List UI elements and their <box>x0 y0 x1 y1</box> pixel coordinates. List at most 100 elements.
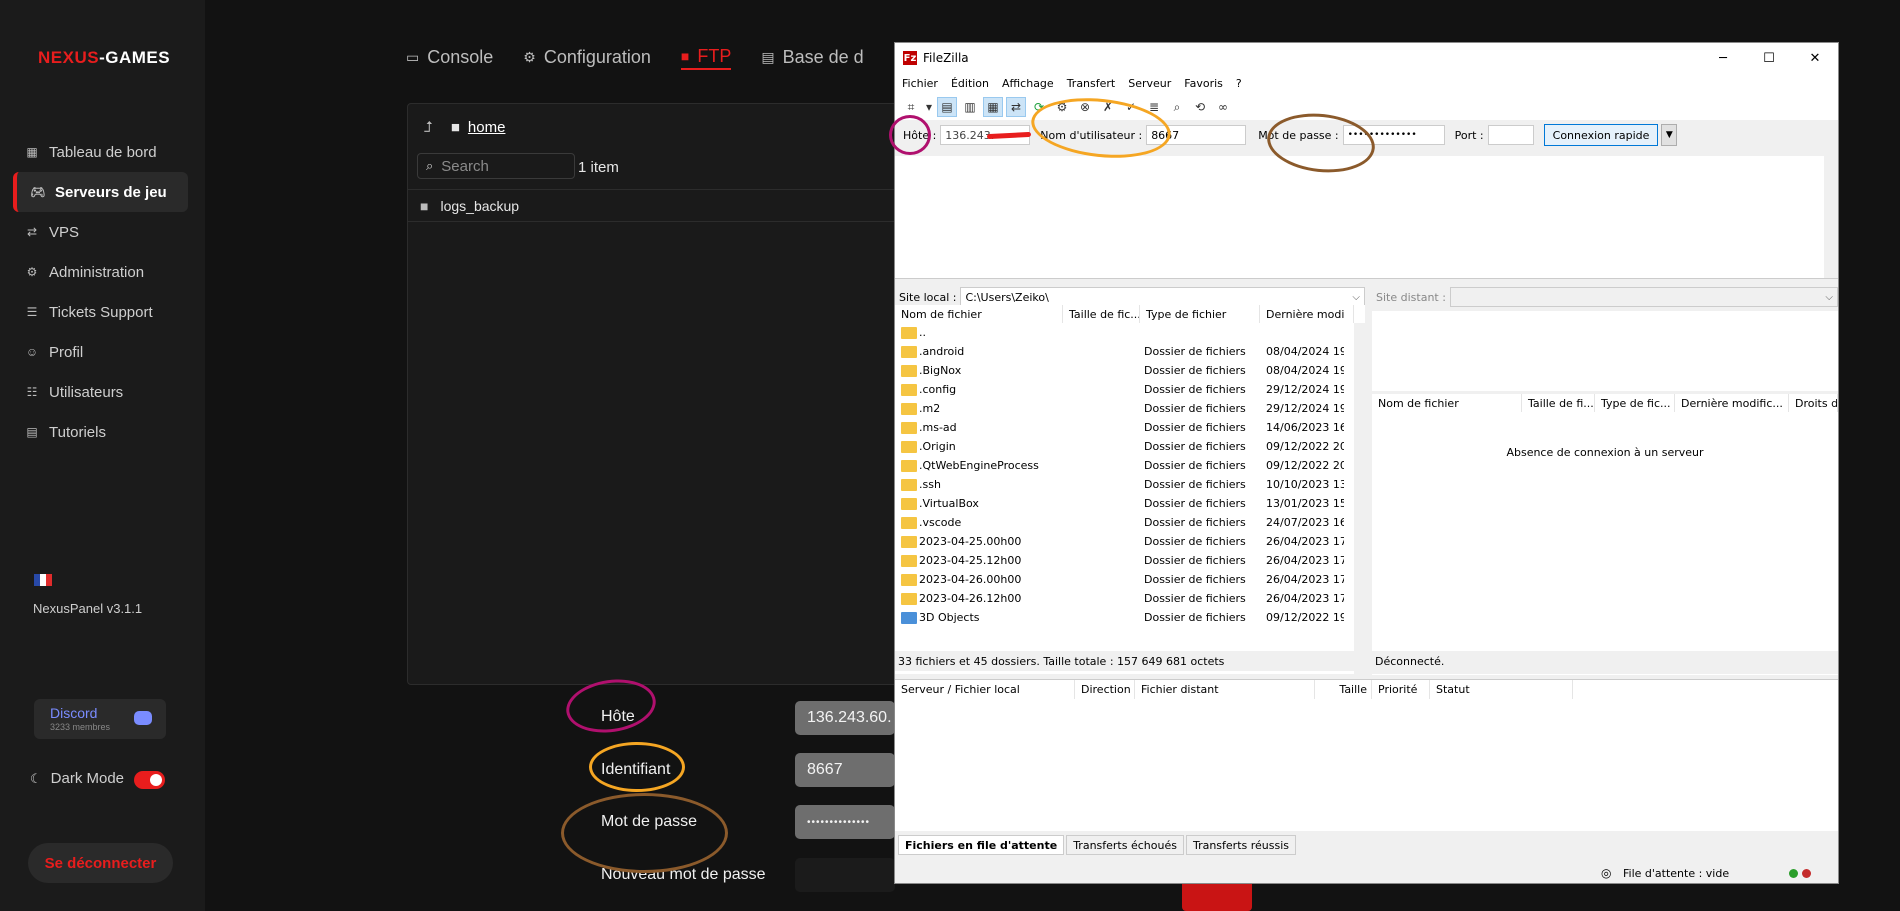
local-site-path[interactable]: C:\Users\Zeiko\ ⌵ <box>960 287 1365 307</box>
sidebar-item-users[interactable]: ☷ Utilisateurs <box>13 372 188 412</box>
table-row[interactable]: 3D Objects Dossier de fichiers 09/12/2022 … <box>895 608 1365 627</box>
column-header[interactable]: Dernière modific... <box>1675 394 1789 412</box>
remote-tree <box>1372 311 1838 391</box>
tab-configuration[interactable]: ⚙ Configuration <box>523 44 651 70</box>
refresh-icon[interactable]: ⟳ <box>1029 97 1049 117</box>
save-button[interactable] <box>1182 880 1252 911</box>
table-row[interactable]: .VirtualBox Dossier de fichiers 13/01/2023… <box>895 494 1365 513</box>
toggle-remote-tree-icon[interactable]: ▦ <box>983 97 1003 117</box>
close-icon[interactable]: ✕ <box>1792 43 1838 73</box>
discord-button[interactable]: Discord 3233 membres <box>34 699 166 739</box>
sidebar-item-game-servers[interactable]: 🎮︎ Serveurs de jeu <box>13 172 188 212</box>
sidebar-item-dashboard[interactable]: ▦ Tableau de bord <box>13 132 188 172</box>
maximize-icon[interactable]: ☐ <box>1746 43 1792 73</box>
search-input[interactable]: ⌕ Search <box>417 153 575 179</box>
column-header[interactable]: Droits d <box>1789 394 1838 412</box>
column-header[interactable]: Fichier distant <box>1135 679 1315 700</box>
column-header[interactable]: Taille de fic... <box>1063 305 1140 323</box>
qc-port-input[interactable] <box>1487 125 1534 145</box>
table-row[interactable]: .config Dossier de fichiers 29/12/2024 19 <box>895 380 1365 399</box>
toggle-local-tree-icon[interactable]: ▥ <box>960 97 980 117</box>
sidebar-item-tickets[interactable]: ☰ Tickets Support <box>13 292 188 332</box>
column-header[interactable]: Nom de fichier <box>895 305 1063 323</box>
column-header[interactable]: Statut <box>1430 679 1573 700</box>
table-row[interactable]: .ssh Dossier de fichiers 10/10/2023 13 <box>895 475 1365 494</box>
log-scrollbar[interactable] <box>1824 156 1838 278</box>
disconnect-icon[interactable]: ✗ <box>1098 97 1118 117</box>
table-row[interactable]: .BigNox Dossier de fichiers 08/04/2024 19 <box>895 361 1365 380</box>
list-item[interactable]: ■ logs_backup <box>408 189 906 222</box>
table-row[interactable]: .android Dossier de fichiers 08/04/2024 19 <box>895 342 1365 361</box>
local-list-scrollbar[interactable] <box>1354 323 1365 674</box>
terminal-icon: ▭ <box>406 48 420 65</box>
table-row[interactable]: 2023-04-25.00h00 Dossier de fichiers 26/04… <box>895 532 1365 551</box>
site-manager-icon[interactable]: ⌗ <box>901 97 921 117</box>
table-row[interactable]: 2023-04-25.12h00 Dossier de fichiers 26/04… <box>895 551 1365 570</box>
column-header[interactable]: Nom de fichier <box>1372 394 1522 412</box>
column-header[interactable]: Priorité <box>1372 679 1430 700</box>
toggle-queue-icon[interactable]: ⇄ <box>1006 97 1026 117</box>
tab-failed-transfers[interactable]: Transferts échoués <box>1066 835 1184 855</box>
french-flag-icon[interactable] <box>34 574 52 586</box>
table-row[interactable]: .m2 Dossier de fichiers 29/12/2024 19 <box>895 399 1365 418</box>
logout-button[interactable]: Se déconnecter <box>28 843 173 883</box>
column-header[interactable]: Taille <box>1315 679 1372 700</box>
host-field[interactable]: 136.243.60. <box>795 701 895 735</box>
directory-filter-icon[interactable]: ≣ <box>1144 97 1164 117</box>
table-row[interactable]: 2023-04-26.00h00 Dossier de fichiers 26/04… <box>895 570 1365 589</box>
parent-dir-icon[interactable]: ⮥ <box>424 119 433 136</box>
cancel-icon[interactable]: ⊗ <box>1075 97 1095 117</box>
tab-console[interactable]: ▭ Console <box>406 44 493 70</box>
tab-ftp[interactable]: ■ FTP <box>680 44 732 70</box>
sidebar-item-profile[interactable]: ☺ Profil <box>13 332 188 372</box>
folder-icon <box>901 440 917 453</box>
qc-password-input[interactable]: ••••••••••••• <box>1342 125 1445 145</box>
file-type: Dossier de fichiers <box>1144 497 1246 510</box>
column-header[interactable]: Type de fichier <box>1140 305 1260 323</box>
file-name: .config <box>919 383 957 396</box>
user-field[interactable]: 8667 <box>795 753 895 787</box>
menu-view[interactable]: Affichage <box>1002 77 1054 90</box>
table-row[interactable]: .. <box>895 323 1365 342</box>
password-field[interactable]: •••••••••••••• <box>795 805 895 839</box>
table-row[interactable]: .vscode Dossier de fichiers 24/07/2023 16 <box>895 513 1365 532</box>
table-row[interactable]: 2023-04-26.12h00 Dossier de fichiers 26/04… <box>895 589 1365 608</box>
tab-successful-transfers[interactable]: Transferts réussis <box>1185 835 1297 855</box>
binoculars-icon[interactable]: ∞ <box>1213 97 1233 117</box>
new-password-field[interactable] <box>795 858 895 892</box>
menu-file[interactable]: Fichier <box>902 77 938 90</box>
tab-database[interactable]: ▤ Base de d <box>761 44 863 70</box>
sidebar-item-vps[interactable]: ⇄ VPS <box>13 212 188 252</box>
logo[interactable]: NEXUS-GAMES <box>38 48 170 68</box>
column-header[interactable]: Serveur / Fichier local <box>895 679 1075 700</box>
column-header[interactable]: Taille de fi... <box>1522 394 1595 412</box>
sidebar-item-tutorials[interactable]: ▤ Tutoriels <box>13 412 188 452</box>
site-manager-dropdown-icon[interactable]: ▾ <box>924 97 934 117</box>
breadcrumb-home[interactable]: home <box>468 119 506 136</box>
menu-edit[interactable]: Édition <box>951 77 989 90</box>
menu-bookmarks[interactable]: Favoris <box>1184 77 1223 90</box>
menu-transfer[interactable]: Transfert <box>1067 77 1116 90</box>
tab-queued-files[interactable]: Fichiers en file d'attente <box>898 835 1065 855</box>
sidebar-item-administration[interactable]: ⚙ Administration <box>13 252 188 292</box>
quickconnect-dropdown-icon[interactable]: ▼ <box>1661 124 1678 146</box>
qc-user-input[interactable]: 8667 <box>1146 125 1247 145</box>
file-name: .ssh <box>919 478 941 491</box>
toggle-log-icon[interactable]: ▤ <box>937 97 957 117</box>
minimize-icon[interactable]: ─ <box>1700 43 1746 73</box>
column-header[interactable]: Dernière modi <box>1260 305 1354 323</box>
menu-server[interactable]: Serveur <box>1128 77 1171 90</box>
search-files-icon[interactable]: ⌕ <box>1167 97 1187 117</box>
process-queue-icon[interactable]: ⚙ <box>1052 97 1072 117</box>
menu-help[interactable]: ? <box>1236 77 1242 90</box>
dark-mode-toggle[interactable] <box>134 771 165 789</box>
table-row[interactable]: .QtWebEngineProcess Dossier de fichiers 09… <box>895 456 1365 475</box>
reconnect-icon[interactable]: ✓ <box>1121 97 1141 117</box>
table-row[interactable]: .Origin Dossier de fichiers 09/12/2022 20 <box>895 437 1365 456</box>
sync-browse-icon[interactable]: ⟲ <box>1190 97 1210 117</box>
column-header[interactable]: Direction <box>1075 679 1135 700</box>
remote-site-path[interactable]: ⌵ <box>1449 287 1838 307</box>
quickconnect-button[interactable]: Connexion rapide <box>1543 124 1659 146</box>
column-header[interactable]: Type de fic... <box>1595 394 1675 412</box>
table-row[interactable]: .ms-ad Dossier de fichiers 14/06/2023 16 <box>895 418 1365 437</box>
